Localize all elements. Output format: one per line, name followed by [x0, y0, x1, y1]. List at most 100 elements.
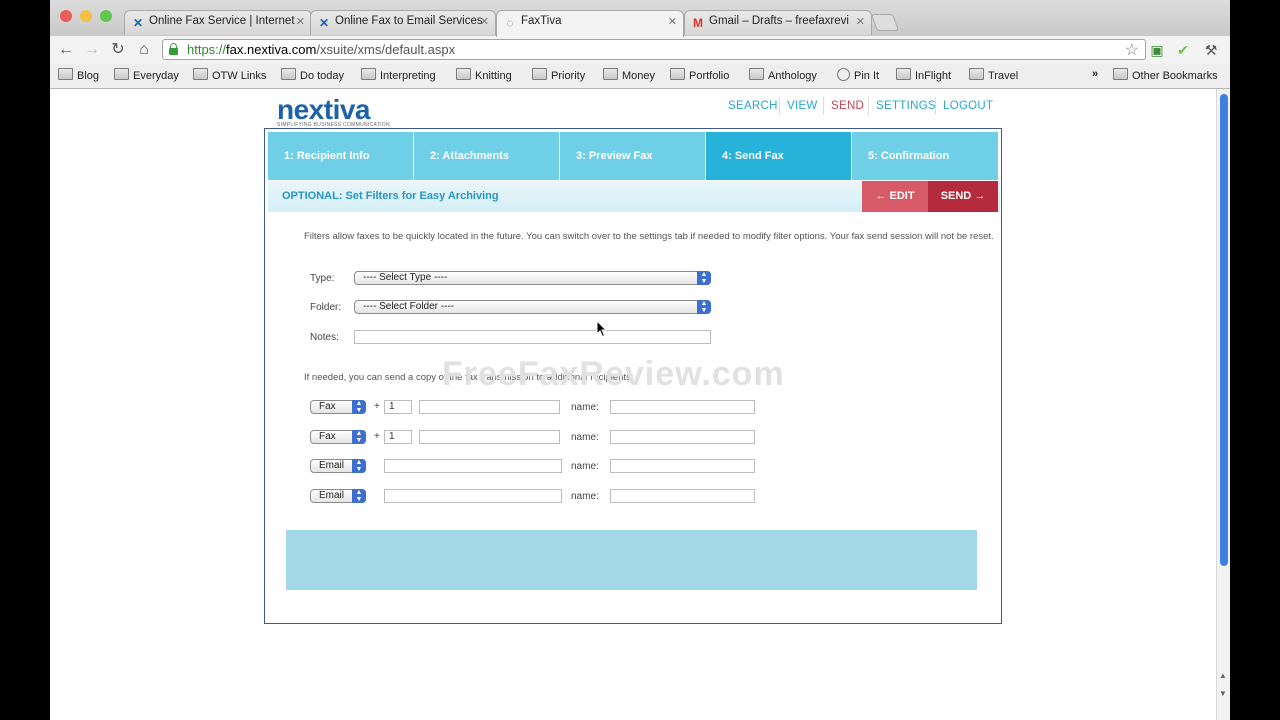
- close-tab-icon[interactable]: ✕: [668, 15, 677, 28]
- wrench-menu-icon[interactable]: ⚒: [1202, 41, 1220, 59]
- browser-tab-2[interactable]: ✕ Online Fax to Email Services ✕: [310, 10, 496, 35]
- step-recipient-info[interactable]: 1: Recipient Info: [268, 132, 413, 180]
- recipient-name-input[interactable]: [610, 400, 755, 414]
- section-title: OPTIONAL: Set Filters for Easy Archiving: [282, 190, 499, 202]
- bookmark-folder[interactable]: Anthology: [749, 68, 817, 82]
- recipient-type-select[interactable]: Email ▲ ▼: [310, 489, 366, 503]
- minimize-window-button[interactable]: [80, 10, 92, 22]
- home-icon[interactable]: ⌂: [134, 40, 154, 60]
- nav-divider: [823, 97, 824, 115]
- country-code-input[interactable]: 1: [384, 430, 412, 444]
- folder-icon: [603, 68, 618, 80]
- select-arrows-icon: ▲ ▼: [352, 489, 366, 503]
- type-select[interactable]: ---- Select Type ---- ▲ ▼: [354, 271, 711, 285]
- browser-tab-1[interactable]: ✕ Online Fax Service | Internet ✕: [124, 10, 312, 35]
- step-attachments[interactable]: 2: Attachments: [414, 132, 559, 180]
- tab-strip: ✕ Online Fax Service | Internet ✕ ✕ Onli…: [50, 0, 1230, 37]
- recipient-type-select[interactable]: Fax ▲ ▼: [310, 430, 366, 444]
- bookmarks-overflow-button[interactable]: »: [1092, 68, 1098, 80]
- bookmark-folder[interactable]: Blog: [58, 68, 99, 82]
- close-window-button[interactable]: [60, 10, 72, 22]
- nextiva-x-icon: ✕: [318, 16, 330, 30]
- folder-icon: [114, 68, 129, 80]
- bookmark-folder[interactable]: Everyday: [114, 68, 179, 82]
- extension-icon[interactable]: ▣: [1148, 41, 1166, 59]
- pin-icon: [837, 68, 850, 81]
- edit-button[interactable]: ← EDIT: [862, 181, 928, 212]
- bookmark-folder[interactable]: OTW Links: [193, 68, 266, 82]
- plus-sign: +: [374, 431, 380, 442]
- nav-settings-link[interactable]: SETTINGS: [876, 100, 936, 112]
- folder-icon: [361, 68, 376, 80]
- close-tab-icon[interactable]: ✕: [480, 15, 489, 28]
- bookmark-folder[interactable]: InFlight: [896, 68, 951, 82]
- scroll-up-icon[interactable]: ▲: [1219, 671, 1227, 680]
- recipient-name-input[interactable]: [610, 489, 755, 503]
- notes-label: Notes:: [310, 332, 339, 343]
- bookmark-link[interactable]: Pin It: [837, 68, 879, 82]
- email-address-input[interactable]: [384, 459, 562, 473]
- back-arrow-icon[interactable]: ←: [56, 40, 76, 60]
- plus-sign: +: [374, 401, 380, 412]
- close-tab-icon[interactable]: ✕: [296, 15, 305, 28]
- folder-select[interactable]: ---- Select Folder ---- ▲ ▼: [354, 300, 711, 314]
- tab-title: FaxTiva: [521, 15, 562, 27]
- folder-icon: [58, 68, 73, 80]
- recipient-type-select[interactable]: Fax ▲ ▼: [310, 400, 366, 414]
- fax-number-input[interactable]: [419, 430, 560, 444]
- fax-number-input[interactable]: [419, 400, 560, 414]
- notes-input[interactable]: [354, 330, 711, 344]
- scrollbar-thumb[interactable]: [1220, 94, 1228, 566]
- bookmark-folder[interactable]: Priority: [532, 68, 585, 82]
- browser-window: ✕ Online Fax Service | Internet ✕ ✕ Onli…: [50, 0, 1230, 720]
- nav-search-link[interactable]: SEARCH: [728, 100, 778, 112]
- bookmark-folder[interactable]: Interpreting: [361, 68, 436, 82]
- browser-tab-4[interactable]: M Gmail – Drafts – freefaxrevi ✕: [684, 10, 872, 35]
- nextiva-logo[interactable]: nextiva SIMPLIFYING BUSINESS COMMUNICATI…: [277, 94, 390, 128]
- close-tab-icon[interactable]: ✕: [856, 15, 865, 28]
- nav-view-link[interactable]: VIEW: [787, 100, 818, 112]
- mouse-pointer-icon: [596, 320, 608, 338]
- recipient-type-select[interactable]: Email ▲ ▼: [310, 459, 366, 473]
- bookmark-folder[interactable]: Knitting: [456, 68, 512, 82]
- select-arrows-icon: ▲ ▼: [352, 400, 366, 414]
- send-button[interactable]: SEND →: [928, 181, 998, 212]
- footer-banner: [286, 530, 977, 590]
- name-label: name:: [571, 461, 599, 472]
- bookmark-folder[interactable]: Do today: [281, 68, 344, 82]
- arrow-right-icon: →: [974, 190, 986, 202]
- other-bookmarks-folder[interactable]: Other Bookmarks: [1113, 68, 1218, 82]
- scroll-down-icon[interactable]: ▼: [1219, 689, 1227, 698]
- recipient-name-input[interactable]: [610, 430, 755, 444]
- nav-send-link[interactable]: SEND: [831, 100, 864, 112]
- email-address-input[interactable]: [384, 489, 562, 503]
- bookmark-folder[interactable]: Money: [603, 68, 655, 82]
- reload-icon[interactable]: ↻: [108, 40, 128, 60]
- folder-icon: [456, 68, 471, 80]
- browser-tab-3[interactable]: ◌ FaxTiva ✕: [496, 10, 684, 37]
- address-bar[interactable]: https://fax.nextiva.com/xsuite/xms/defau…: [162, 39, 1146, 60]
- vertical-scrollbar[interactable]: ▲ ▼: [1216, 89, 1230, 720]
- folder-icon: [896, 68, 911, 80]
- new-tab-button[interactable]: [870, 14, 900, 31]
- select-arrows-icon: ▲ ▼: [697, 271, 711, 285]
- recipient-name-input[interactable]: [610, 459, 755, 473]
- zoom-window-button[interactable]: [100, 10, 112, 22]
- step-preview-fax[interactable]: 3: Preview Fax: [560, 132, 705, 180]
- step-send-fax[interactable]: 4: Send Fax: [706, 132, 851, 180]
- bookmark-folder[interactable]: Portfolio: [670, 68, 729, 82]
- bookmark-star-icon[interactable]: ☆: [1125, 40, 1139, 60]
- folder-icon: [281, 68, 296, 80]
- check-extension-icon[interactable]: ✔: [1174, 41, 1192, 59]
- bookmark-folder[interactable]: Travel: [969, 68, 1018, 82]
- lock-icon: [169, 43, 178, 55]
- nav-logout-link[interactable]: LOGOUT: [943, 100, 993, 112]
- country-code-input[interactable]: 1: [384, 400, 412, 414]
- name-label: name:: [571, 402, 599, 413]
- folder-icon: [749, 68, 764, 80]
- forward-arrow-icon[interactable]: →: [82, 40, 102, 60]
- name-label: name:: [571, 491, 599, 502]
- bookmarks-bar: Blog Everyday OTW Links Do today Interpr…: [50, 64, 1230, 89]
- step-confirmation[interactable]: 5: Confirmation: [852, 132, 998, 180]
- folder-icon: [969, 68, 984, 80]
